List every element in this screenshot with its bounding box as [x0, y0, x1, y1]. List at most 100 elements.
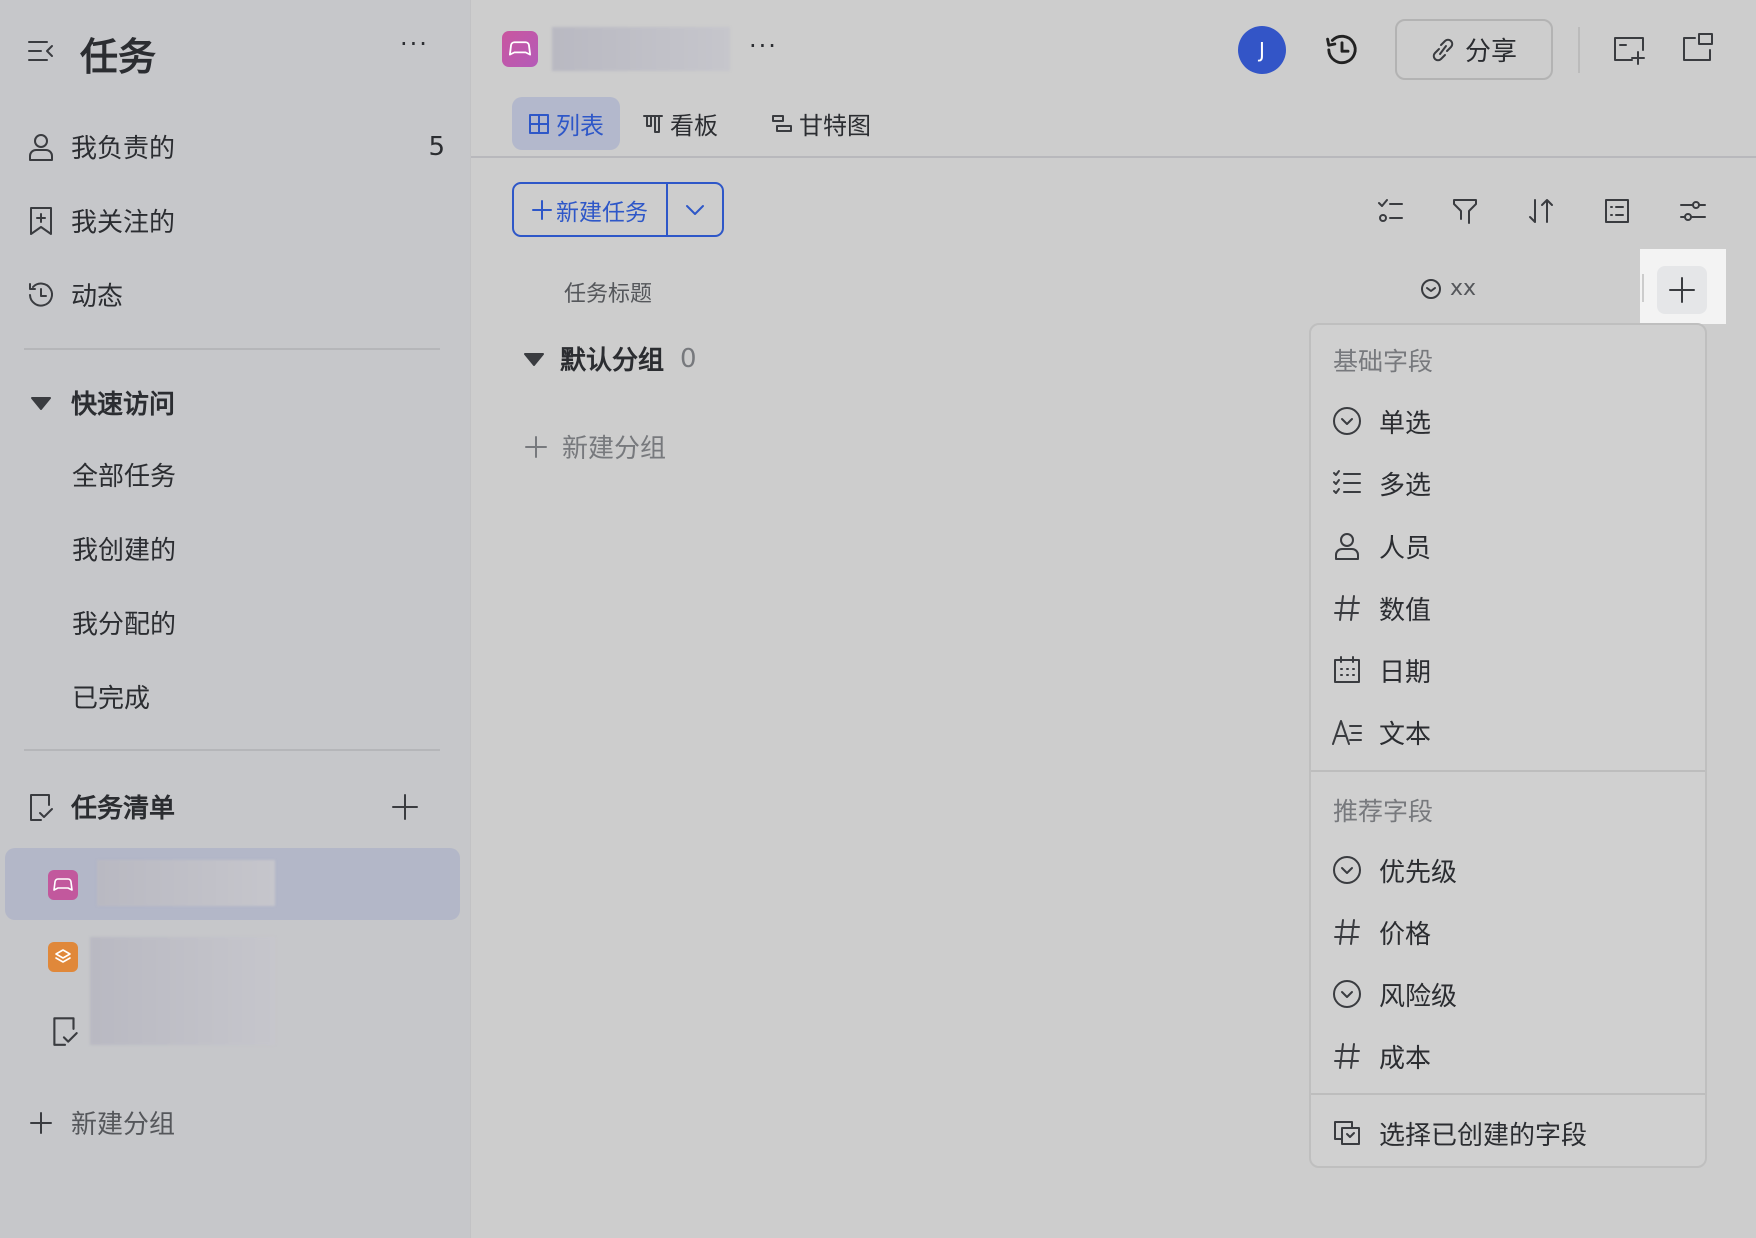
- history-icon[interactable]: [1324, 32, 1360, 68]
- menu-item-priority[interactable]: 优先级: [1331, 845, 1457, 895]
- sidebar-item-following[interactable]: 我关注的: [25, 202, 175, 239]
- plus-icon: [25, 1111, 57, 1135]
- menu-item-label: 成本: [1379, 1043, 1432, 1074]
- menu-item-existing-field[interactable]: 选择已创建的字段: [1331, 1108, 1587, 1158]
- quick-access-header[interactable]: 快速访问: [25, 384, 175, 421]
- menu-item-label: 日期: [1379, 657, 1432, 688]
- multi-select-icon: [1331, 469, 1363, 497]
- column-header-title[interactable]: 任务标题: [564, 276, 652, 308]
- plus-icon: [524, 435, 548, 459]
- task-list-icon[interactable]: [50, 1014, 80, 1048]
- divider: [1642, 274, 1644, 302]
- tab-list[interactable]: 列表: [512, 97, 620, 150]
- plus-icon: [532, 199, 552, 220]
- task-lists-header[interactable]: 任务清单: [25, 788, 435, 825]
- more-icon[interactable]: ···: [749, 32, 778, 60]
- menu-item-label: 优先级: [1379, 857, 1458, 888]
- checklist-icon[interactable]: [1374, 194, 1408, 228]
- share-label: 分享: [1464, 37, 1517, 67]
- bookmark-icon: [25, 205, 57, 237]
- redacted-list-names: [90, 937, 275, 1045]
- tab-label: 看板: [670, 112, 718, 140]
- gantt-icon: [771, 113, 793, 135]
- menu-item-label: 多选: [1379, 470, 1432, 501]
- caret-down-icon: [524, 352, 544, 366]
- new-group-button[interactable]: 新建分组: [25, 1104, 175, 1141]
- new-task-button[interactable]: 新建任务: [514, 184, 668, 235]
- sidebar: 任务 ··· 我负责的 5 我关注的 动态 快速访问 全部任务 我创建的 我分配…: [0, 0, 471, 1238]
- group-row-default[interactable]: 默认分组 0: [524, 340, 697, 377]
- collapse-sidebar-icon[interactable]: [26, 36, 56, 66]
- new-group-button[interactable]: 新建分组: [524, 428, 666, 465]
- column-header-custom[interactable]: xx: [1420, 276, 1476, 301]
- tab-gantt[interactable]: 甘特图: [755, 97, 887, 150]
- menu-item-label: 单选: [1379, 408, 1432, 439]
- tab-divider: [471, 156, 1756, 158]
- layers-icon[interactable]: [48, 942, 78, 972]
- menu-item-label: 风险级: [1379, 981, 1458, 1012]
- copy-field-icon: [1331, 1119, 1363, 1147]
- add-column-button[interactable]: [1657, 266, 1707, 314]
- menu-item-label: 人员: [1379, 533, 1432, 564]
- menu-item-date[interactable]: 日期: [1331, 645, 1431, 695]
- menu-item-label: 选择已创建的字段: [1379, 1120, 1588, 1151]
- menu-item-multi-select[interactable]: 多选: [1331, 458, 1431, 508]
- sidebar-item-assigned[interactable]: 我负责的 5: [25, 128, 445, 165]
- sidebar-item-label: 我负责的: [71, 134, 176, 164]
- new-task-split-button: 新建任务: [512, 182, 724, 237]
- sidebar-item-all-tasks[interactable]: 全部任务: [72, 456, 176, 493]
- task-list-item-selected[interactable]: [5, 848, 460, 920]
- menu-item-person[interactable]: 人员: [1331, 521, 1431, 571]
- filter-icon[interactable]: [1448, 194, 1482, 228]
- count-badge: 5: [428, 131, 445, 162]
- share-button[interactable]: 分享: [1395, 19, 1553, 80]
- new-task-dropdown[interactable]: [668, 184, 722, 235]
- section-label: 快速访问: [71, 390, 176, 420]
- menu-item-number[interactable]: 数值: [1331, 583, 1431, 633]
- redacted-list-name: [97, 860, 275, 906]
- popout-icon[interactable]: [1681, 32, 1715, 64]
- settings-sliders-icon[interactable]: [1676, 194, 1710, 228]
- new-task-label: 新建任务: [556, 199, 648, 226]
- sidebar-item-activity[interactable]: 动态: [25, 276, 123, 313]
- menu-item-text[interactable]: 文本: [1331, 707, 1431, 757]
- menu-section-recommended: 推荐字段: [1333, 797, 1434, 826]
- menu-section-basic: 基础字段: [1333, 347, 1434, 376]
- text-icon: [1331, 718, 1363, 746]
- caret-down-icon: [25, 395, 57, 411]
- field-list-icon[interactable]: [1600, 194, 1634, 228]
- person-icon: [1331, 531, 1363, 561]
- gamepad-icon: [502, 31, 538, 67]
- single-select-icon: [1331, 979, 1363, 1009]
- more-icon[interactable]: ···: [400, 30, 429, 58]
- menu-item-price[interactable]: 价格: [1331, 907, 1431, 957]
- menu-item-label: 价格: [1379, 919, 1432, 950]
- sort-icon[interactable]: [1524, 194, 1558, 228]
- sidebar-item-completed[interactable]: 已完成: [72, 678, 150, 715]
- avatar[interactable]: J: [1238, 26, 1286, 74]
- add-column-area: [1640, 249, 1726, 324]
- sidebar-item-created[interactable]: 我创建的: [72, 530, 176, 567]
- new-group-label: 新建分组: [562, 434, 667, 464]
- sidebar-item-label: 我关注的: [71, 208, 176, 238]
- plus-icon: [1668, 276, 1696, 304]
- new-window-icon[interactable]: [1612, 34, 1648, 66]
- menu-divider: [1311, 770, 1705, 772]
- add-list-icon[interactable]: [389, 793, 421, 821]
- menu-item-cost[interactable]: 成本: [1331, 1031, 1431, 1081]
- menu-item-risk[interactable]: 风险级: [1331, 969, 1457, 1019]
- sidebar-item-assigned-by-me[interactable]: 我分配的: [72, 604, 176, 641]
- menu-divider: [1311, 1093, 1705, 1095]
- column-label: xx: [1450, 276, 1477, 301]
- new-group-label: 新建分组: [71, 1110, 176, 1140]
- hash-icon: [1331, 918, 1363, 946]
- tab-label: 甘特图: [799, 112, 871, 140]
- menu-item-single-select[interactable]: 单选: [1331, 396, 1431, 446]
- task-list-icon: [25, 791, 57, 823]
- tab-kanban[interactable]: 看板: [626, 97, 734, 150]
- person-icon: [25, 132, 57, 162]
- single-select-icon: [1331, 855, 1363, 885]
- hash-icon: [1331, 594, 1363, 622]
- gamepad-icon: [48, 870, 78, 900]
- link-icon: [1431, 37, 1455, 63]
